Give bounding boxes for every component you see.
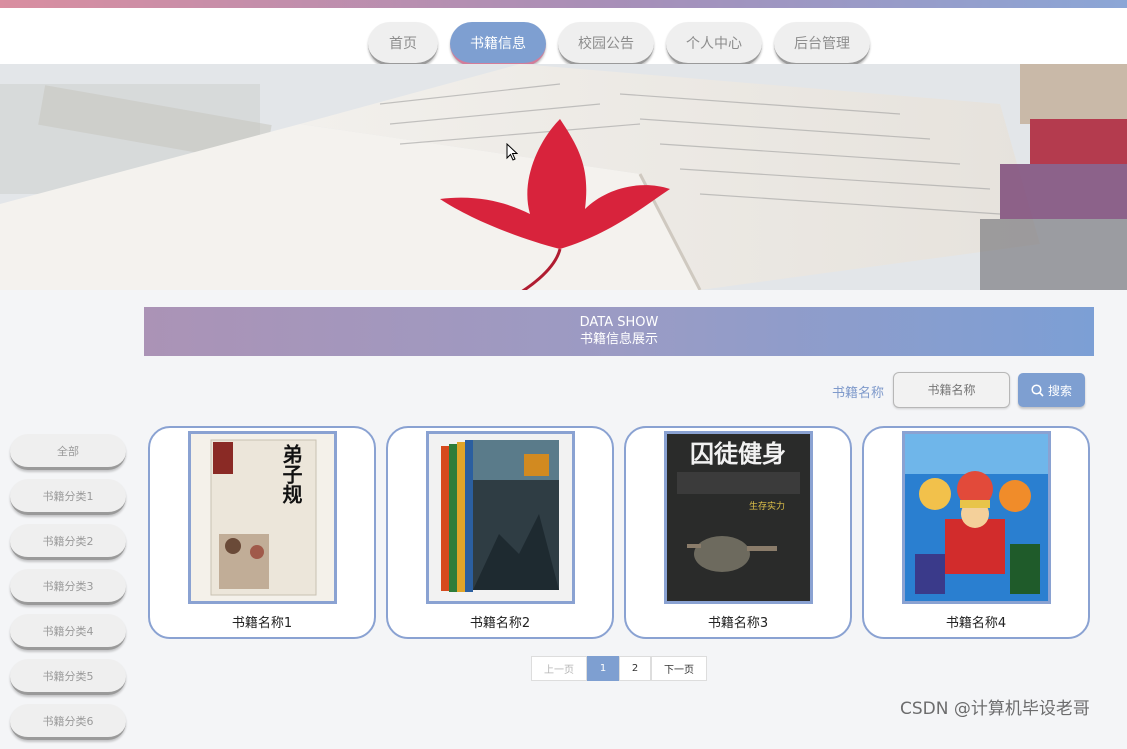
section-title-en: DATA SHOW <box>579 315 659 330</box>
book-card-grid: 弟子规 书籍名称1 书籍名称2 囚徒健身 生存实力 书籍名称3 书籍名称4 <box>148 426 1090 640</box>
nav-item-campus-notice[interactable]: 校园公告 <box>558 22 654 66</box>
category-list: 全部 书籍分类1 书籍分类2 书籍分类3 书籍分类4 书籍分类5 书籍分类6 <box>10 434 127 749</box>
nav-item-admin[interactable]: 后台管理 <box>774 22 870 66</box>
banner-image <box>0 64 1127 290</box>
main-nav: 首页 书籍信息 校园公告 个人中心 后台管理 <box>368 22 870 68</box>
book-card[interactable]: 弟子规 书籍名称1 <box>148 426 376 639</box>
book-name: 书籍名称4 <box>945 616 1007 631</box>
book-cover-image <box>426 431 575 604</box>
open-book-maple-leaf-illustration <box>0 64 1127 290</box>
book-name: 书籍名称3 <box>707 616 769 631</box>
mouse-cursor-icon <box>506 143 518 161</box>
category-all[interactable]: 全部 <box>10 434 126 470</box>
search-button[interactable]: 搜索 <box>1018 373 1085 407</box>
nav-item-home[interactable]: 首页 <box>368 22 438 66</box>
next-page-button[interactable]: 下一页 <box>651 656 707 681</box>
nav-item-personal-center[interactable]: 个人中心 <box>666 22 762 66</box>
category-item[interactable]: 书籍分类2 <box>10 524 126 560</box>
category-item[interactable]: 书籍分类4 <box>10 614 126 650</box>
category-item[interactable]: 书籍分类3 <box>10 569 126 605</box>
pagination: 上一页 1 2 下一页 <box>531 656 707 681</box>
category-item[interactable]: 书籍分类6 <box>10 704 126 740</box>
book-cover-image: 弟子规 <box>188 431 337 604</box>
search-icon <box>1031 383 1044 397</box>
page-button[interactable]: 2 <box>619 656 651 681</box>
book-name-search-input[interactable] <box>893 372 1010 408</box>
header: 首页 书籍信息 校园公告 个人中心 后台管理 <box>0 8 1127 66</box>
book-card[interactable]: 囚徒健身 生存实力 书籍名称3 <box>624 426 852 639</box>
search-button-label: 搜索 <box>1047 383 1072 398</box>
book-name: 书籍名称1 <box>231 616 293 631</box>
svg-text:囚徒健身: 囚徒健身 <box>690 439 786 468</box>
book-cover-image <box>902 431 1051 604</box>
watermark: CSDN @计算机毕设老哥 <box>900 699 1090 719</box>
book-card[interactable]: 书籍名称4 <box>862 426 1090 639</box>
top-gradient-bar <box>0 0 1127 8</box>
nav-item-book-info[interactable]: 书籍信息 <box>450 22 546 66</box>
book-card[interactable]: 书籍名称2 <box>386 426 614 639</box>
book-name: 书籍名称2 <box>469 616 531 631</box>
prev-page-button[interactable]: 上一页 <box>531 656 587 681</box>
category-item[interactable]: 书籍分类5 <box>10 659 126 695</box>
book-cover-image: 囚徒健身 生存实力 <box>664 431 813 604</box>
section-title-bar: DATA SHOW 书籍信息展示 <box>144 307 1094 356</box>
category-item[interactable]: 书籍分类1 <box>10 479 126 515</box>
svg-text:弟子规: 弟子规 <box>279 443 303 505</box>
search-label: 书籍名称 <box>832 386 885 401</box>
svg-text:生存实力: 生存实力 <box>749 500 785 512</box>
page-button-current[interactable]: 1 <box>587 656 619 681</box>
section-title-cn: 书籍信息展示 <box>579 332 658 347</box>
